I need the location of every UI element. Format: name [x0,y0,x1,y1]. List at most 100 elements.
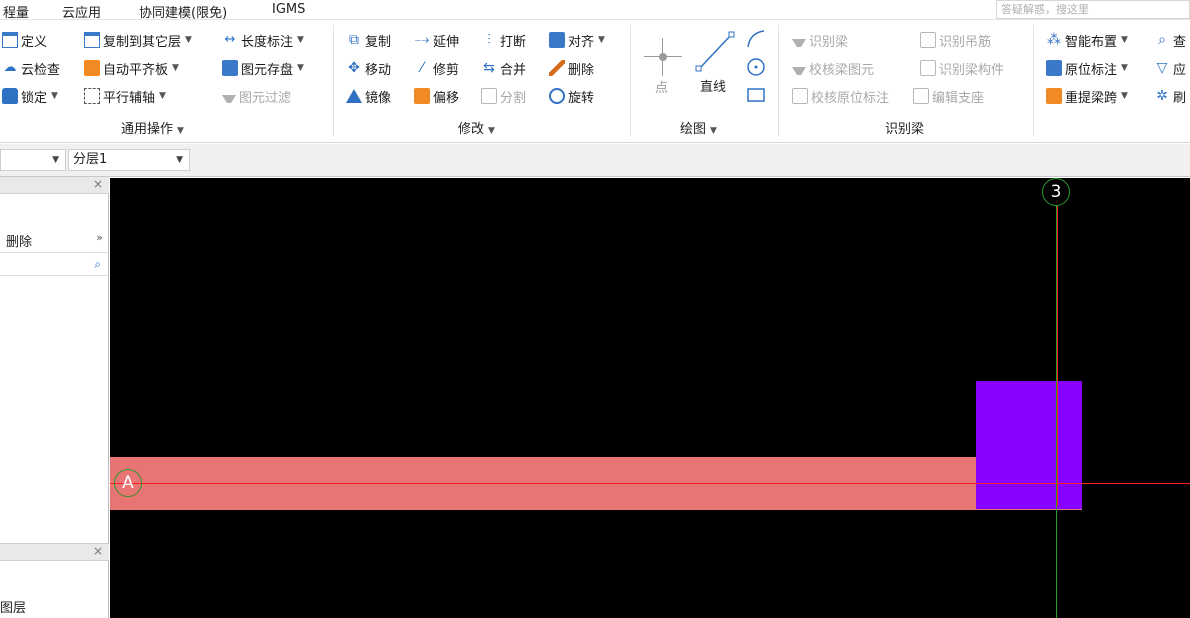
length-dimension-icon: ↔ [224,32,236,47]
menu-item-collab-modeling[interactable]: 协同建模(限免) [139,2,227,21]
help-search-box[interactable] [996,0,1190,19]
extend-icon: ⤍ [414,32,430,48]
panel-search-field[interactable]: ⌕ [0,255,109,276]
identify-hanger-icon [920,32,936,48]
point-tool-label[interactable]: 点 [655,77,668,96]
smart-layout-button[interactable]: ⁂ 智能布置 ▼ [1046,29,1128,51]
extend-button[interactable]: ⤍ 延伸 [414,29,459,51]
copy-button[interactable]: ⧉ 复制 [346,29,391,51]
help-search-input[interactable] [997,1,1189,18]
trim-button[interactable]: ⁄ 修剪 [414,57,459,79]
define-button[interactable]: 定义 [2,29,47,51]
parallel-aux-axis-button[interactable]: 平行辅轴 ▼ [84,85,166,107]
search-icon[interactable]: ⌕ [94,257,101,272]
query-button[interactable]: ⌕ 查 [1154,29,1186,51]
lock-icon [2,88,18,104]
query-icon: ⌕ [1158,32,1166,48]
ribbon: 定义 复制到其它层 ▼ ↔ 长度标注 ▼ ☁ 云检查 自动平齐板 ▼ 图元存盘 ▼ 锁定… [0,21,1190,143]
axis-label-3[interactable]: 3 [1042,178,1070,206]
re-extract-span-button[interactable]: 重提梁跨 ▼ [1046,85,1128,107]
define-icon [2,32,18,48]
close-icon[interactable]: × [93,177,103,191]
apply-button[interactable]: ▽ 应 [1154,57,1186,79]
menu-bar: 程量 云应用 协同建模(限免) IGMS [0,0,1190,21]
circle-tool-icon[interactable] [745,56,767,78]
group-label-identify-beam: 识别梁 [885,122,925,137]
layer-toolbar: ▼ 分层1 ▼ [0,144,1190,177]
identify-beam-component-button[interactable]: 识别梁构件 [920,57,1004,79]
delete-icon [549,60,565,76]
apply-icon: ▽ [1156,60,1168,76]
cloud-check-button[interactable]: ☁ 云检查 [2,57,61,79]
column-element[interactable] [976,381,1082,509]
lock-button[interactable]: 锁定 ▼ [2,85,58,107]
double-chevron-right-icon[interactable]: » [96,231,103,244]
axis-line-a [110,483,1190,484]
smart-layout-icon: ⁂ [1047,32,1061,48]
check-beam-icon [792,67,806,75]
break-button[interactable]: ⫶ 打断 [481,29,526,51]
parallel-axis-icon [84,88,100,104]
ribbon-divider [1033,25,1034,137]
filter-icon [222,95,236,103]
check-beam-elements-button[interactable]: 校核梁图元 [792,57,874,79]
rotate-icon [549,88,565,104]
rectangle-tool-icon[interactable] [745,84,767,106]
delete-button[interactable]: 删除 [549,57,594,79]
split-button[interactable]: 分割 [481,85,526,107]
move-button[interactable]: ✥ 移动 [346,57,391,79]
break-icon: ⫶ [487,32,491,48]
point-tool-icon[interactable] [644,38,682,76]
element-save-button[interactable]: 图元存盘 ▼ [222,57,304,79]
ribbon-divider [333,25,334,137]
merge-button[interactable]: ⇆ 合并 [481,57,526,79]
auto-flush-slab-button[interactable]: 自动平齐板 ▼ [84,57,179,79]
axis-line-3-red [1057,206,1058,506]
check-in-situ-label-button[interactable]: 校核原位标注 [792,85,889,107]
panel-delete-button[interactable]: 删除 [6,231,32,250]
identify-beam-button[interactable]: 识别梁 [792,29,848,51]
chevron-down-icon: ▼ [176,155,183,165]
group-label-general[interactable]: 通用操作 ▼ [121,118,184,137]
identify-component-icon [920,60,936,76]
re-extract-span-icon [1046,88,1062,104]
menu-item-igms[interactable]: IGMS [272,2,305,17]
merge-icon: ⇆ [483,60,495,76]
drawing-canvas[interactable]: A 3 [110,178,1190,618]
menu-item-quantity[interactable]: 程量 [3,2,29,21]
axis-label-a[interactable]: A [114,469,142,497]
length-dimension-button[interactable]: ↔ 长度标注 ▼ [222,29,304,51]
trim-icon: ⁄ [420,60,424,76]
panel-header: × [0,177,109,194]
chevron-down-icon: ▼ [52,155,59,165]
edit-support-icon [913,88,929,104]
identify-hanger-bar-button[interactable]: 识别吊筋 [920,29,991,51]
arc-tool-icon[interactable] [745,28,767,50]
panel-toolbar: 删除 » [0,225,109,253]
left-panel: × 删除 » ⌕ × 图层 [0,177,109,618]
split-icon [481,88,497,104]
panel-header: × [0,544,109,561]
close-icon[interactable]: × [93,544,103,558]
floor-select[interactable]: ▼ [0,149,66,171]
mirror-button[interactable]: 镜像 [346,85,391,107]
align-button[interactable]: 对齐 ▼ [549,29,605,51]
refresh-icon: ✲ [1156,88,1168,104]
element-save-icon [222,60,238,76]
offset-button[interactable]: 偏移 [414,85,459,107]
element-filter-button[interactable]: 图元过滤 [222,85,291,107]
layer-select[interactable]: 分层1 ▼ [68,149,190,171]
refresh-button[interactable]: ✲ 刷 [1154,85,1186,107]
group-label-modify[interactable]: 修改 ▼ [458,118,495,137]
copy-to-other-floor-button[interactable]: 复制到其它层 ▼ [84,29,192,51]
ribbon-divider [778,25,779,137]
group-label-draw[interactable]: 绘图 ▼ [680,118,717,137]
in-situ-label-button[interactable]: 原位标注 ▼ [1046,57,1128,79]
edit-support-button[interactable]: 编辑支座 [913,85,984,107]
rotate-button[interactable]: 旋转 [549,85,594,107]
line-tool-label[interactable]: 直线 [700,76,726,95]
line-tool-icon[interactable] [693,29,739,77]
menu-item-cloud-app[interactable]: 云应用 [62,2,101,21]
identify-beam-icon [792,39,806,47]
move-icon: ✥ [348,60,360,76]
